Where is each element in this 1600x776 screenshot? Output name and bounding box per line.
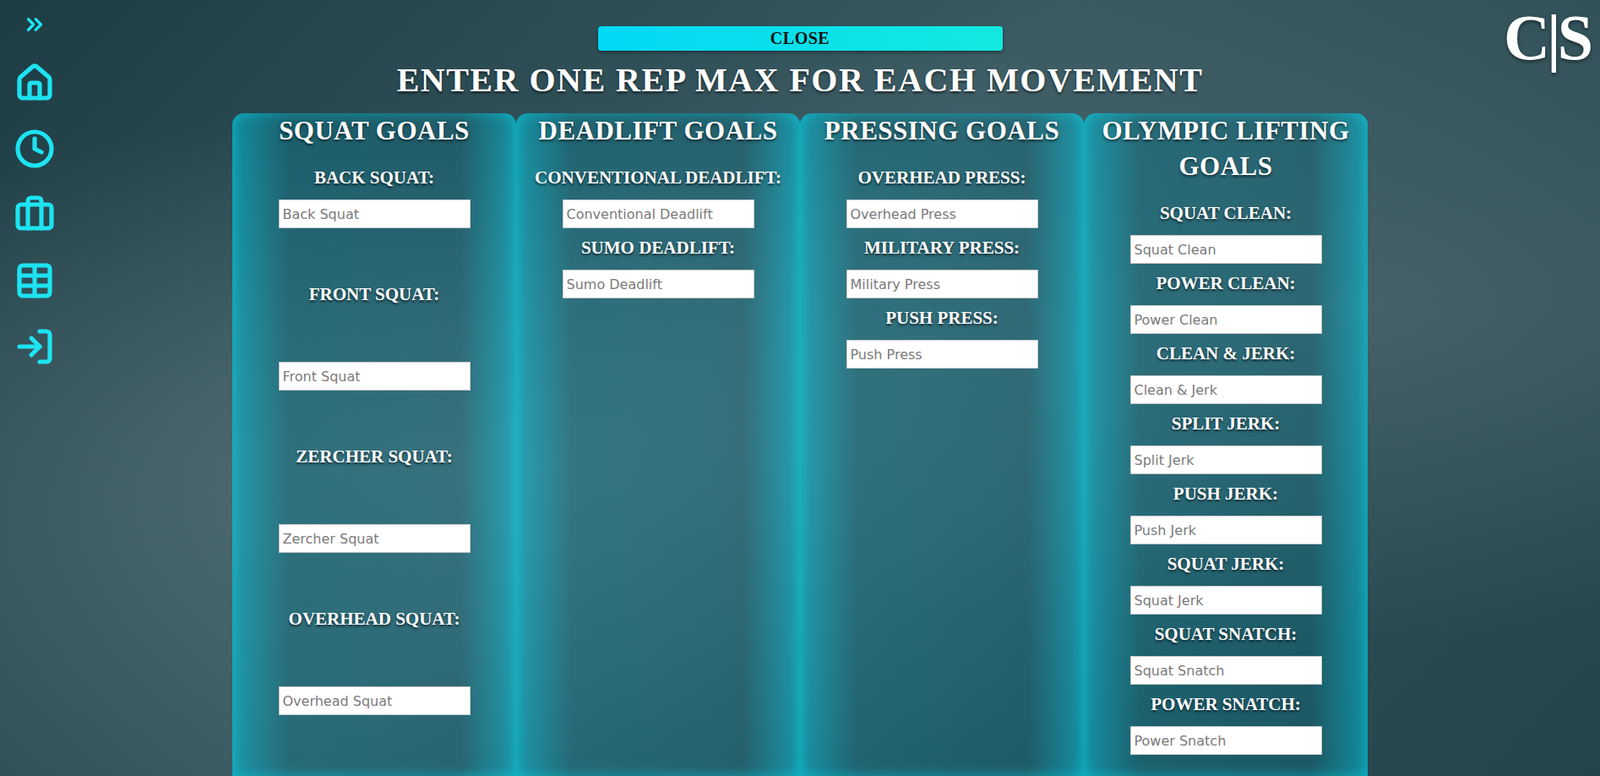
max-input[interactable] <box>278 199 471 229</box>
page: CLOSE ENTER ONE REP MAX FOR EACH MOVEMENT… <box>0 0 1600 776</box>
briefcase-icon <box>14 194 55 235</box>
field-label: SQUAT CLEAN: <box>1159 201 1292 224</box>
field-label: CLEAN & JERK: <box>1156 342 1296 365</box>
sidebar-item[interactable] <box>13 11 56 38</box>
field-label: BACK SQUAT: <box>314 166 435 189</box>
max-input[interactable] <box>1130 585 1323 615</box>
goal-columns: SQUAT GOALS BACK SQUAT: FRONT SQUAT: ZERCHE… <box>232 113 1368 776</box>
field-label: PUSH PRESS: <box>885 306 999 329</box>
goal-field: MILITARY PRESS: <box>846 236 1039 299</box>
goals-panel: CLOSE ENTER ONE REP MAX FOR EACH MOVEMENT… <box>232 0 1368 776</box>
max-input[interactable] <box>1130 445 1323 474</box>
goal-field: SQUAT SNATCH: <box>1130 622 1323 685</box>
column-title: OLYMPIC LIFTING GOALS <box>1099 113 1353 185</box>
goal-field: OVERHEAD SQUAT: <box>278 607 471 715</box>
goal-field: SPLIT JERK: <box>1130 412 1323 474</box>
goal-field: POWER SNATCH: <box>1130 692 1323 755</box>
max-input[interactable] <box>1130 304 1323 334</box>
goal-field: ZERCHER SQUAT: <box>278 445 471 553</box>
goal-field: CONVENTIONAL DEADLIFT: <box>534 166 782 229</box>
field-label: POWER SNATCH: <box>1150 692 1301 715</box>
goal-field: SQUAT CLEAN: <box>1130 201 1323 264</box>
field-list: OVERHEAD PRESS: MILITARY PRESS: PUSH PRESS… <box>846 166 1039 369</box>
goal-column: SQUAT GOALS BACK SQUAT: FRONT SQUAT: ZERCHE… <box>232 113 517 776</box>
max-input[interactable] <box>846 269 1039 299</box>
field-label: CONVENTIONAL DEADLIFT: <box>534 166 782 189</box>
expand-icon <box>21 11 48 38</box>
field-label: OVERHEAD SQUAT: <box>288 607 461 630</box>
sidebar-item[interactable] <box>13 260 56 301</box>
sidebar-item[interactable] <box>13 326 56 367</box>
goal-field: FRONT SQUAT: <box>278 282 471 391</box>
field-label: POWER CLEAN: <box>1155 272 1296 294</box>
table-icon <box>14 260 55 301</box>
max-input[interactable] <box>1130 515 1323 545</box>
max-input[interactable] <box>1130 375 1323 404</box>
clock-icon <box>14 128 55 169</box>
max-input[interactable] <box>1130 234 1323 264</box>
login-icon <box>14 326 55 367</box>
field-label: FRONT SQUAT: <box>309 282 441 305</box>
max-input[interactable] <box>562 199 755 229</box>
sidebar-item[interactable] <box>13 62 56 104</box>
goal-field: PUSH PRESS: <box>846 306 1039 369</box>
column-title: PRESSING GOALS <box>824 113 1060 149</box>
max-input[interactable] <box>278 361 471 391</box>
logo: C|S <box>1503 1 1590 73</box>
field-list: BACK SQUAT: FRONT SQUAT: ZERCHER SQUAT: OVE… <box>278 166 471 715</box>
field-list: CONVENTIONAL DEADLIFT: SUMO DEADLIFT: <box>534 166 782 299</box>
goal-field: PUSH JERK: <box>1130 482 1323 545</box>
goal-field: BACK SQUAT: <box>278 166 471 229</box>
field-label: SPLIT JERK: <box>1171 412 1281 435</box>
field-label: SQUAT JERK: <box>1167 552 1285 575</box>
goal-column: DEADLIFT GOALS CONVENTIONAL DEADLIFT: SUMO… <box>516 113 800 776</box>
max-input[interactable] <box>846 199 1039 229</box>
field-label: PUSH JERK: <box>1173 482 1279 505</box>
column-title: DEADLIFT GOALS <box>538 113 779 149</box>
field-label: MILITARY PRESS: <box>864 236 1020 259</box>
goal-field: OVERHEAD PRESS: <box>846 166 1039 229</box>
logo-area: C|S <box>1367 0 1600 776</box>
sidebar <box>0 0 233 776</box>
goal-column: PRESSING GOALS OVERHEAD PRESS: MILITARY PR… <box>800 113 1084 776</box>
max-input[interactable] <box>278 685 471 715</box>
max-input[interactable] <box>562 269 755 299</box>
field-list: SQUAT CLEAN: POWER CLEAN: CLEAN & JERK: SPL… <box>1130 201 1323 755</box>
goal-column: OLYMPIC LIFTING GOALS SQUAT CLEAN: POWER C… <box>1083 113 1368 776</box>
field-label: SUMO DEADLIFT: <box>581 236 735 259</box>
goal-field: SUMO DEADLIFT: <box>562 236 755 299</box>
max-input[interactable] <box>1130 725 1323 755</box>
home-icon <box>14 62 55 104</box>
goal-field: POWER CLEAN: <box>1130 272 1323 334</box>
page-title: ENTER ONE REP MAX FOR EACH MOVEMENT <box>397 59 1204 102</box>
goal-field: CLEAN & JERK: <box>1130 342 1323 404</box>
field-label: OVERHEAD PRESS: <box>858 166 1027 189</box>
field-label: ZERCHER SQUAT: <box>295 445 452 468</box>
max-input[interactable] <box>846 339 1039 369</box>
close-button[interactable]: CLOSE <box>598 26 1003 51</box>
goal-field: SQUAT JERK: <box>1130 552 1323 615</box>
sidebar-item[interactable] <box>13 194 56 235</box>
max-input[interactable] <box>278 523 471 553</box>
sidebar-item[interactable] <box>13 128 56 169</box>
max-input[interactable] <box>1130 655 1323 685</box>
column-title: SQUAT GOALS <box>278 113 470 149</box>
field-label: SQUAT SNATCH: <box>1154 622 1298 645</box>
